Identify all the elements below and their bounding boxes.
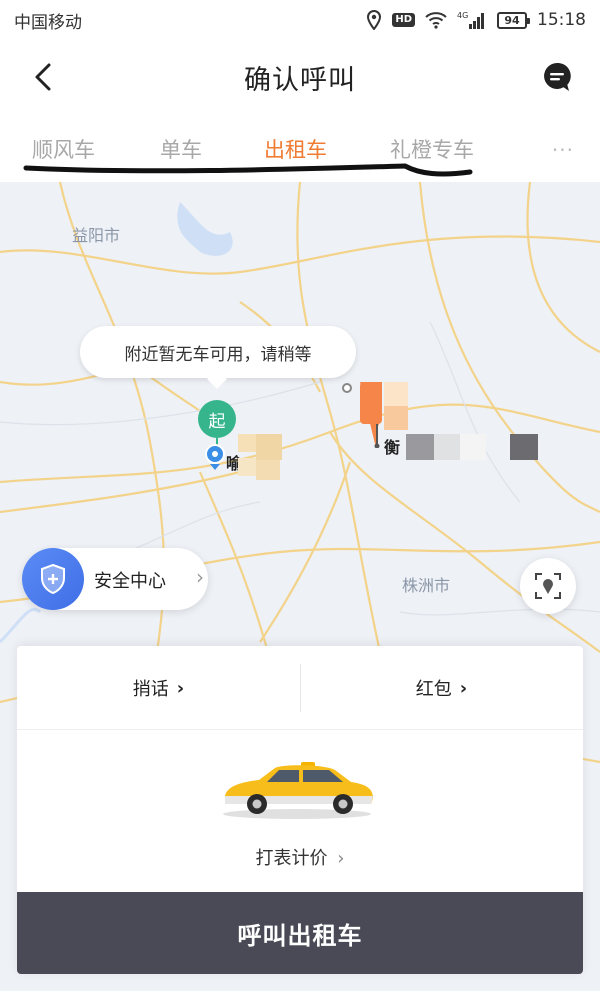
network-type: 4G <box>457 11 468 20</box>
pixelation <box>238 434 256 452</box>
fare-mode-selector[interactable]: 打表计价 › <box>17 844 583 870</box>
page-title: 确认呼叫 <box>244 64 356 96</box>
signal-icon: 4G <box>457 10 487 30</box>
hd-icon: HD <box>392 13 415 27</box>
clock: 15:18 <box>537 10 586 30</box>
red-packet-option[interactable]: 红包 › <box>300 646 583 730</box>
city-label-zhuzhou: 株洲市 <box>402 576 451 595</box>
start-badge: 起 <box>198 400 236 438</box>
safety-center-button[interactable]: 安全中心 › <box>22 548 208 610</box>
locate-icon <box>535 573 561 599</box>
pixelation <box>384 382 408 406</box>
chevron-right-icon: › <box>337 848 345 869</box>
availability-notice-text: 附近暂无车可用，请稍等 <box>124 344 312 365</box>
pixelation <box>384 406 408 430</box>
pixelation <box>256 434 282 460</box>
taxi-car-icon <box>223 762 373 819</box>
pixelation <box>256 460 280 480</box>
recenter-button[interactable] <box>520 558 576 614</box>
tab-hitch[interactable]: 顺风车 <box>32 134 95 164</box>
chevron-left-icon <box>35 63 51 91</box>
tab-taxi[interactable]: 出租车 <box>264 134 327 164</box>
more-tabs-icon[interactable]: ··· <box>552 138 574 162</box>
message-driver-label: 捎话 <box>132 679 169 700</box>
status-bar: 中国移动 HD 4G 94 15:18 <box>0 0 600 40</box>
tab-premier[interactable]: 礼橙专车 <box>390 134 474 164</box>
safety-center-label: 安全中心 <box>94 571 166 592</box>
pixelation <box>238 458 256 476</box>
service-tabs: 顺风车 单车 出租车 礼橙专车 ··· <box>0 114 600 182</box>
tab-bike[interactable]: 单车 <box>160 134 202 164</box>
location-icon <box>366 10 382 30</box>
extras-row: 捎话 › 红包 › <box>17 646 583 730</box>
chevron-right-icon: › <box>459 677 468 699</box>
pixelation <box>434 434 460 460</box>
shield-icon <box>22 548 84 610</box>
message-driver-option[interactable]: 捎话 › <box>17 646 300 730</box>
back-button[interactable] <box>26 58 60 96</box>
fare-mode-label: 打表计价 <box>255 848 328 869</box>
chat-bubble-icon <box>544 62 571 91</box>
red-packet-label: 红包 <box>415 679 452 700</box>
availability-notice: 附近暂无车可用，请稍等 <box>80 326 356 378</box>
battery-icon: 94 <box>497 11 530 29</box>
status-icons: HD 4G 94 15:18 <box>366 10 586 30</box>
carrier-name: 中国移动 <box>14 12 82 33</box>
pixelation <box>510 434 538 460</box>
call-taxi-button[interactable]: 呼叫出租车 <box>17 892 583 974</box>
end-location-fragment: 衡 <box>384 438 401 457</box>
pixelation <box>406 434 434 460</box>
city-label-yiyang: 益阳市 <box>72 226 121 245</box>
message-button[interactable] <box>540 60 574 94</box>
chevron-right-icon: › <box>176 677 185 699</box>
battery-level: 94 <box>504 13 520 27</box>
pixelation <box>460 434 486 460</box>
chevron-right-icon: › <box>196 565 204 589</box>
wifi-icon <box>425 11 447 29</box>
header: 确认呼叫 <box>0 40 600 114</box>
end-anchor-dot <box>342 383 352 393</box>
